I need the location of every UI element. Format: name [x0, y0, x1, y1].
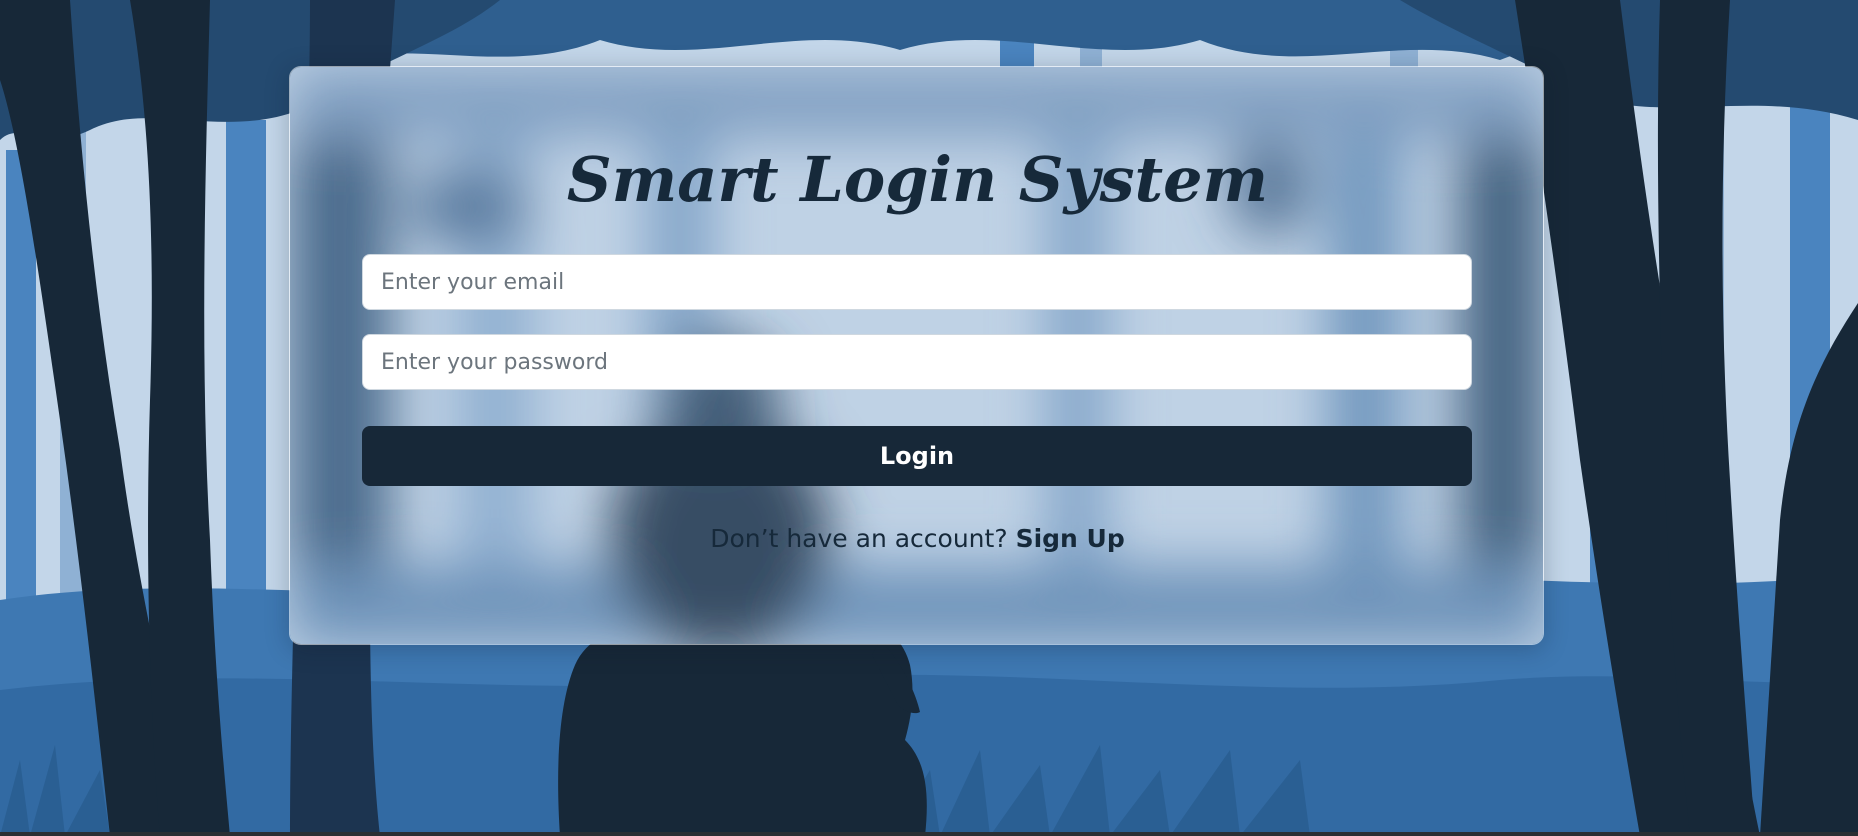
login-card: Smart Login System Login Don’t have an a…: [289, 66, 1544, 645]
signup-link[interactable]: Sign Up: [1016, 524, 1125, 553]
email-input[interactable]: [362, 254, 1472, 310]
login-form: Smart Login System Login Don’t have an a…: [290, 67, 1543, 644]
signup-prompt-text: Don’t have an account?: [710, 524, 1016, 553]
bottom-edge-bar: [0, 832, 1858, 836]
signup-prompt-row: Don’t have an account? Sign Up: [290, 524, 1543, 553]
login-button[interactable]: Login: [362, 426, 1472, 486]
page-title: Smart Login System: [566, 143, 1269, 216]
password-input[interactable]: [362, 334, 1472, 390]
